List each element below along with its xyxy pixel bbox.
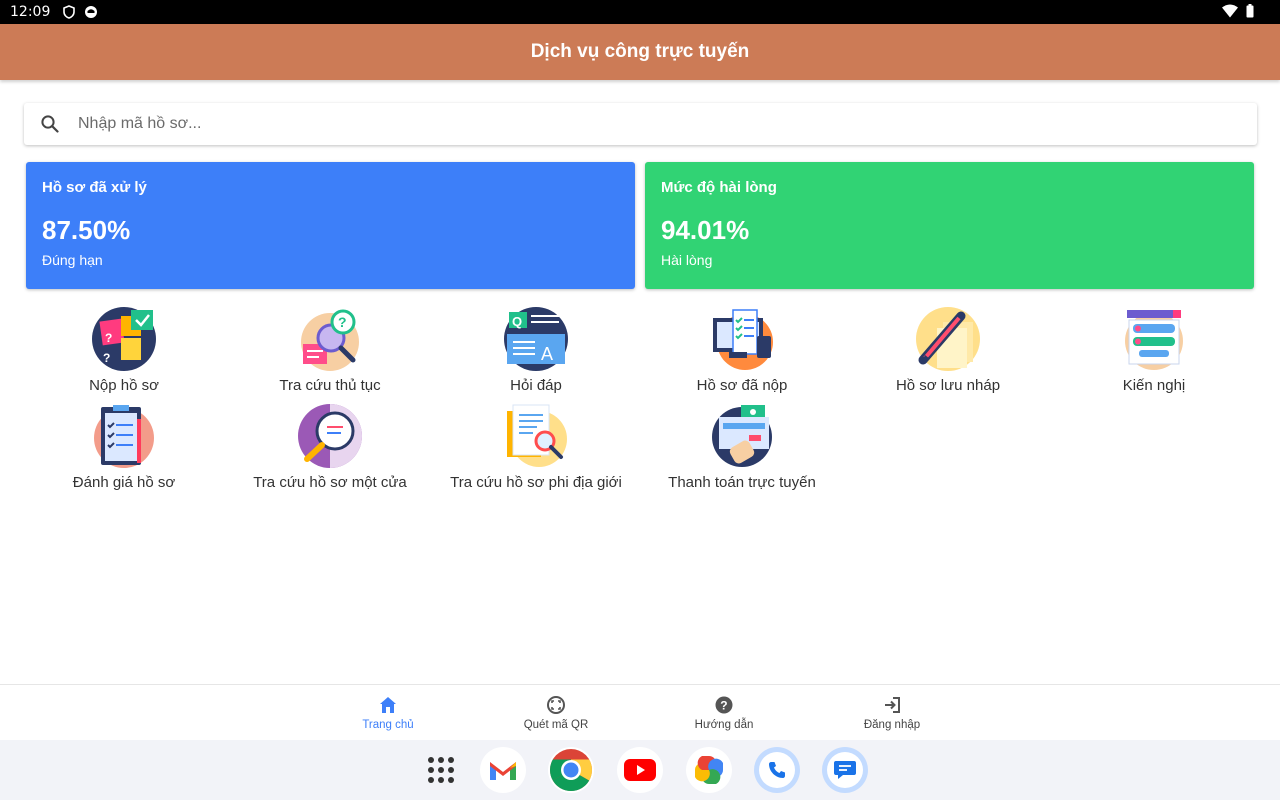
- search-input[interactable]: [78, 115, 1257, 133]
- feature-label: Tra cứu thủ tục: [279, 377, 381, 394]
- phone-icon: [769, 762, 785, 778]
- shield-icon: [63, 5, 76, 19]
- battery-icon: [1246, 4, 1254, 18]
- feature-label: Đánh giá hồ sơ: [72, 474, 176, 491]
- stat-subtitle: Hài lòng: [661, 252, 713, 268]
- chrome-app[interactable]: [548, 747, 594, 793]
- wifi-icon: [1222, 4, 1238, 18]
- nav-home[interactable]: Trang chủ: [328, 695, 448, 731]
- messages-icon: [834, 761, 856, 779]
- search-bar[interactable]: [24, 103, 1257, 145]
- stat-subtitle: Đúng hạn: [42, 252, 103, 268]
- app-drawer-button[interactable]: [418, 747, 464, 793]
- feature-petition[interactable]: Kiến nghị: [1051, 306, 1257, 394]
- processed-stat-card[interactable]: Hồ sơ đã xử lý 87.50% Đúng hạn: [26, 162, 635, 289]
- draft-documents-icon: [916, 307, 980, 371]
- feature-label: Tra cứu hồ sơ phi địa giới: [450, 474, 622, 491]
- android-dock: [0, 740, 1280, 800]
- submitted-documents-icon: [713, 309, 773, 370]
- svg-text:Q: Q: [512, 314, 522, 329]
- feature-label: Kiến nghị: [1122, 377, 1186, 394]
- login-icon: [885, 697, 900, 713]
- feature-procedure-search[interactable]: ? Tra cứu thủ tục: [227, 306, 433, 394]
- feature-submit-documents[interactable]: ? ? Nộp hồ sơ: [21, 306, 227, 394]
- status-bar: 12:09: [0, 0, 1280, 24]
- svg-text:?: ?: [105, 331, 112, 345]
- procedure-search-icon: ?: [301, 309, 359, 371]
- feature-label: Hỏi đáp: [510, 377, 562, 394]
- nav-help[interactable]: ? Hướng dẫn: [664, 695, 784, 731]
- gmail-icon: [490, 762, 516, 780]
- photos-icon: [695, 756, 723, 784]
- stat-value: 87.50%: [42, 215, 131, 245]
- bottom-navigation: Trang chủ Quét mã QR ? Hướng dẫn Đăng nh…: [0, 684, 1280, 740]
- app-title: Dịch vụ công trực tuyến: [530, 41, 750, 62]
- notification-icon: [85, 6, 98, 18]
- submit-documents-icon: ? ?: [92, 307, 156, 371]
- stat-title: Hồ sơ đã xử lý: [42, 179, 147, 196]
- photos-app[interactable]: [686, 747, 732, 793]
- petition-icon: [1125, 310, 1183, 370]
- feature-label: Hồ sơ lưu nháp: [895, 377, 1001, 394]
- nav-label: Quét mã QR: [523, 719, 589, 731]
- svg-text:A: A: [541, 344, 553, 364]
- help-icon: ?: [715, 696, 733, 714]
- one-stop-search-icon: [298, 404, 362, 468]
- chrome-icon: [549, 749, 592, 792]
- nav-label: Đăng nhập: [863, 719, 921, 731]
- feature-online-payment[interactable]: Thanh toán trực tuyến: [639, 403, 845, 491]
- feature-label: Hồ sơ đã nộp: [696, 377, 788, 394]
- feature-submitted-documents[interactable]: Hồ sơ đã nộp: [639, 306, 845, 394]
- app-bar: Dịch vụ công trực tuyến: [0, 24, 1280, 80]
- feature-label: Tra cứu hồ sơ một cửa: [253, 474, 407, 491]
- nav-label: Hướng dẫn: [694, 719, 754, 731]
- satisfaction-stat-card[interactable]: Mức độ hài lòng 94.01% Hài lòng: [645, 162, 1254, 289]
- status-time: 12:09: [10, 4, 51, 20]
- gmail-app[interactable]: [480, 747, 526, 793]
- qr-scan-icon: [547, 696, 565, 714]
- stat-value: 94.01%: [661, 215, 750, 245]
- nav-qr-scan[interactable]: Quét mã QR: [496, 695, 616, 731]
- evaluate-icon: [94, 405, 154, 468]
- feature-label: Nộp hồ sơ: [89, 377, 159, 394]
- online-payment-icon: [712, 405, 772, 467]
- phone-app[interactable]: [754, 747, 800, 793]
- nav-login[interactable]: Đăng nhập: [832, 695, 952, 731]
- feature-draft-documents[interactable]: Hồ sơ lưu nháp: [845, 306, 1051, 394]
- svg-text:?: ?: [720, 699, 727, 713]
- nav-label: Trang chủ: [362, 719, 414, 731]
- svg-text:?: ?: [338, 314, 347, 330]
- feature-non-territorial-search[interactable]: Tra cứu hồ sơ phi địa giới: [433, 403, 639, 491]
- svg-text:?: ?: [103, 351, 110, 365]
- home-icon: [380, 697, 396, 713]
- youtube-app[interactable]: [617, 747, 663, 793]
- feature-one-stop-search[interactable]: Tra cứu hồ sơ một cửa: [227, 403, 433, 491]
- stat-title: Mức độ hài lòng: [661, 179, 777, 196]
- feature-qa[interactable]: Q A Hỏi đáp: [433, 306, 639, 394]
- youtube-icon: [624, 759, 656, 781]
- app-grid-icon: [428, 757, 454, 783]
- feature-label: Thanh toán trực tuyến: [668, 474, 816, 491]
- messages-app[interactable]: [822, 747, 868, 793]
- feature-evaluate[interactable]: Đánh giá hồ sơ: [21, 403, 227, 491]
- non-territorial-search-icon: [507, 404, 567, 467]
- search-icon[interactable]: [40, 114, 60, 134]
- qa-icon: Q A: [504, 307, 568, 371]
